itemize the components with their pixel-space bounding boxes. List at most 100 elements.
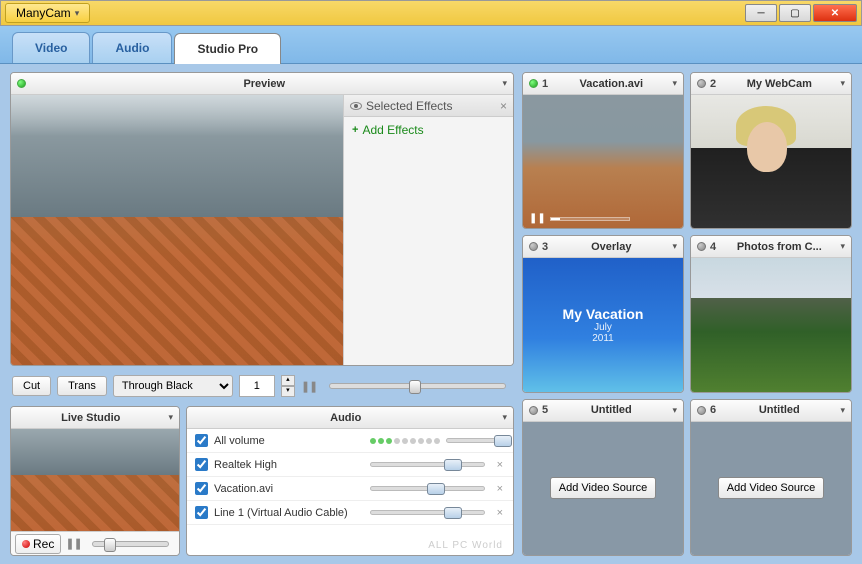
source-number: 6	[710, 404, 716, 416]
chevron-down-icon[interactable]: ▾	[672, 78, 677, 89]
audio-row: All volume	[187, 429, 513, 453]
pause-icon[interactable]: ❚❚	[529, 213, 546, 224]
remove-audio-button[interactable]: ×	[495, 507, 505, 519]
transition-select[interactable]: Through Black	[113, 375, 233, 397]
chevron-down-icon[interactable]: ▾	[672, 405, 677, 416]
trans-button[interactable]: Trans	[57, 376, 107, 396]
add-video-source-button[interactable]: Add Video Source	[550, 477, 656, 499]
audio-label: Realtek High	[214, 459, 364, 471]
cut-button[interactable]: Cut	[12, 376, 51, 396]
watermark: ALL PC World	[428, 540, 503, 551]
audio-title: Audio	[193, 412, 498, 424]
audio-label: Vacation.avi	[214, 483, 364, 495]
source-title: Untitled	[554, 404, 668, 416]
app-menu-button[interactable]: ManyCam	[5, 3, 90, 23]
source-panel[interactable]: 6 Untitled ▾ Add Video Source	[690, 399, 852, 556]
live-studio-title: Live Studio	[17, 412, 164, 424]
audio-panel: Audio ▾ All volumeRealtek High×Vacation.…	[186, 406, 514, 556]
source-number: 1	[542, 78, 548, 90]
transition-controls: Cut Trans Through Black ▴ ▾ ❚❚	[10, 372, 514, 400]
chevron-down-icon[interactable]: ▾	[840, 78, 845, 89]
remove-audio-button[interactable]: ×	[495, 483, 505, 495]
source-thumbnail[interactable]	[691, 95, 851, 228]
add-video-source-button[interactable]: Add Video Source	[718, 477, 824, 499]
record-icon	[22, 540, 30, 548]
chevron-down-icon[interactable]: ▾	[672, 241, 677, 252]
live-slider[interactable]	[92, 541, 169, 547]
audio-enable-checkbox[interactable]	[195, 458, 208, 471]
volume-slider[interactable]	[446, 438, 501, 443]
window-maximize-button[interactable]: ▢	[779, 4, 811, 22]
status-dot-icon	[529, 242, 538, 251]
preview-title: Preview	[30, 78, 498, 90]
source-title: Overlay	[554, 241, 668, 253]
add-effects-button[interactable]: Add Effects	[344, 117, 513, 143]
progress-bar[interactable]	[550, 217, 630, 221]
preview-panel: Preview ▾ Selected Effects × Add Effects	[10, 72, 514, 366]
audio-label: Line 1 (Virtual Audio Cable)	[214, 507, 364, 519]
status-dot-icon	[697, 406, 706, 415]
live-studio-preview[interactable]	[11, 429, 179, 531]
audio-row: Realtek High ×	[187, 453, 513, 477]
source-panel[interactable]: 5 Untitled ▾ Add Video Source	[522, 399, 684, 556]
chevron-down-icon[interactable]: ▾	[840, 241, 845, 252]
chevron-down-icon[interactable]: ▾	[502, 78, 507, 89]
audio-row: Line 1 (Virtual Audio Cable) ×	[187, 501, 513, 525]
source-number: 3	[542, 241, 548, 253]
pause-icon[interactable]: ❚❚	[301, 380, 317, 393]
source-thumbnail[interactable]: ❚❚	[523, 95, 683, 228]
source-title: My WebCam	[722, 78, 836, 90]
tab-audio[interactable]: Audio	[92, 32, 172, 63]
preview-video[interactable]	[11, 95, 343, 365]
status-dot-icon	[697, 242, 706, 251]
chevron-down-icon[interactable]: ▾	[168, 412, 173, 423]
source-panel[interactable]: 1 Vacation.avi ▾ ❚❚	[522, 72, 684, 229]
tab-studio-pro[interactable]: Studio Pro	[174, 33, 281, 64]
pause-button[interactable]: ❚❚	[65, 537, 81, 550]
transition-slider[interactable]	[329, 383, 506, 389]
chevron-down-icon[interactable]: ▾	[502, 412, 507, 423]
source-title: Vacation.avi	[554, 78, 668, 90]
duration-down-button[interactable]: ▾	[281, 386, 295, 397]
record-button[interactable]: Rec	[15, 534, 61, 554]
source-thumbnail[interactable]	[691, 258, 851, 391]
window-close-button[interactable]: ✕	[813, 4, 857, 22]
tab-video[interactable]: Video	[12, 32, 90, 63]
status-dot-icon	[17, 79, 26, 88]
audio-enable-checkbox[interactable]	[195, 482, 208, 495]
window-minimize-button[interactable]: ─	[745, 4, 777, 22]
source-thumbnail[interactable]: Add Video Source	[523, 422, 683, 555]
source-thumbnail[interactable]: My VacationJuly2011	[523, 258, 683, 391]
source-panel[interactable]: 3 Overlay ▾ My VacationJuly2011	[522, 235, 684, 392]
chevron-down-icon[interactable]: ▾	[840, 405, 845, 416]
audio-enable-checkbox[interactable]	[195, 506, 208, 519]
status-dot-icon	[529, 406, 538, 415]
source-thumbnail[interactable]: Add Video Source	[691, 422, 851, 555]
status-dot-icon	[697, 79, 706, 88]
volume-slider[interactable]	[370, 462, 485, 467]
volume-slider[interactable]	[370, 510, 485, 515]
duration-up-button[interactable]: ▴	[281, 375, 295, 386]
source-panel[interactable]: 4 Photos from C... ▾	[690, 235, 852, 392]
volume-meter	[370, 438, 440, 444]
audio-enable-checkbox[interactable]	[195, 434, 208, 447]
close-effects-button[interactable]: ×	[500, 99, 507, 113]
audio-row: Vacation.avi ×	[187, 477, 513, 501]
remove-audio-button[interactable]: ×	[495, 459, 505, 471]
duration-input[interactable]	[239, 375, 275, 397]
source-number: 5	[542, 404, 548, 416]
live-studio-panel: Live Studio ▾ Rec ❚❚	[10, 406, 180, 556]
effects-title: Selected Effects	[366, 99, 453, 113]
source-number: 2	[710, 78, 716, 90]
source-title: Photos from C...	[722, 241, 836, 253]
eye-icon	[350, 102, 362, 110]
effects-pane: Selected Effects × Add Effects	[343, 95, 513, 365]
source-number: 4	[710, 241, 716, 253]
main-tabs: Video Audio Studio Pro	[0, 26, 862, 64]
audio-label: All volume	[214, 435, 364, 447]
status-dot-icon	[529, 79, 538, 88]
source-panel[interactable]: 2 My WebCam ▾	[690, 72, 852, 229]
source-title: Untitled	[722, 404, 836, 416]
volume-slider[interactable]	[370, 486, 485, 491]
titlebar: ManyCam ─ ▢ ✕	[0, 0, 862, 26]
